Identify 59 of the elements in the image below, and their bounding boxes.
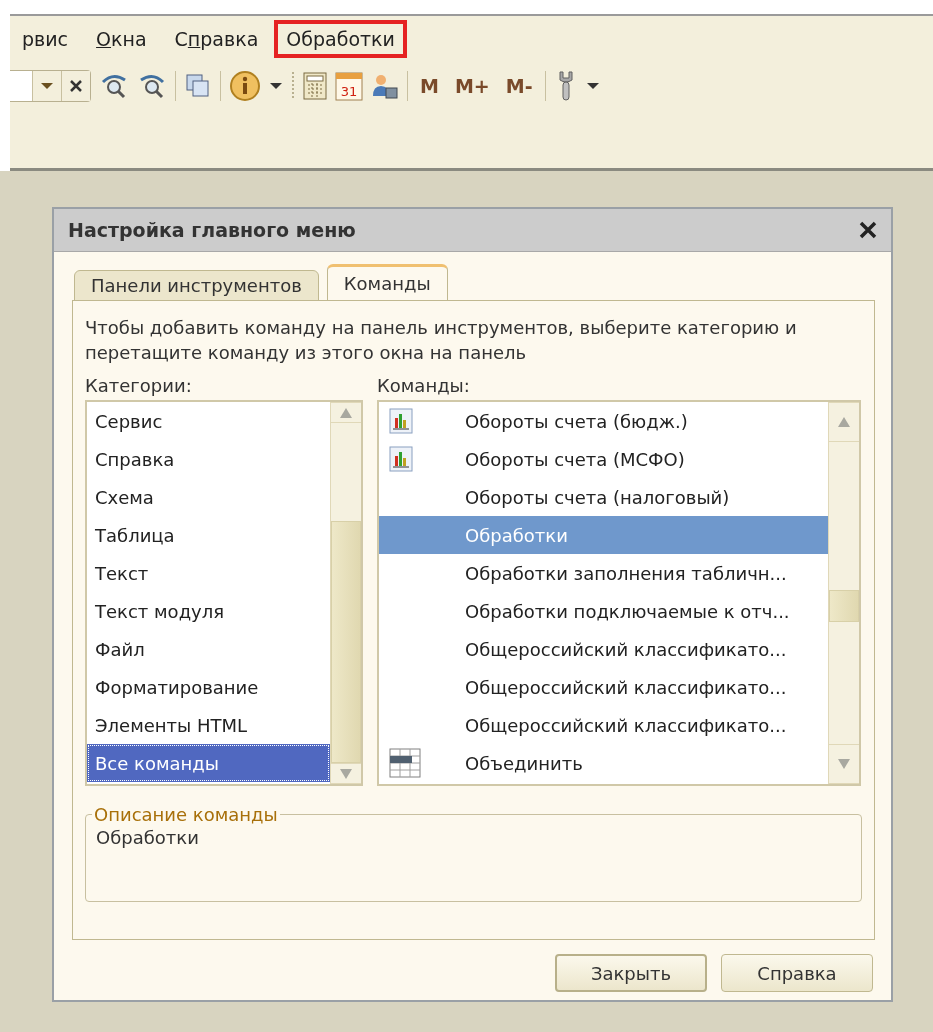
category-item[interactable]: Файл — [87, 630, 330, 668]
scroll-up-icon[interactable] — [339, 406, 353, 419]
dropdown-icon[interactable] — [269, 82, 283, 90]
command-item[interactable]: Обороты счета (бюдж.) — [379, 402, 828, 440]
windows-icon[interactable] — [184, 72, 212, 100]
category-item[interactable]: Текст — [87, 554, 330, 592]
close-icon[interactable] — [859, 221, 877, 239]
dropdown-icon[interactable] — [40, 82, 54, 90]
calendar-icon[interactable]: 31 — [335, 71, 363, 101]
category-item[interactable]: Сервис — [87, 402, 330, 440]
grip-icon — [291, 72, 295, 100]
category-item[interactable]: Схема — [87, 478, 330, 516]
dialog-button[interactable]: Закрыть — [555, 954, 707, 992]
instruction-text: Чтобы добавить команду на панель инструментов, выберите категорию и перетащите команду из этого окна на панель — [85, 316, 798, 365]
user-lock-icon[interactable] — [371, 72, 399, 100]
chart-document-icon — [389, 408, 413, 434]
command-item[interactable]: Объединить — [379, 744, 828, 782]
clear-icon[interactable] — [69, 79, 83, 93]
menu-item[interactable]: Окна — [84, 20, 159, 58]
scroll-up-icon[interactable] — [837, 416, 851, 428]
command-item[interactable]: Общероссийский классификато... — [379, 630, 828, 668]
scrollbar[interactable] — [330, 402, 361, 784]
list-label: Команды: — [377, 375, 471, 396]
combo-field[interactable] — [10, 70, 91, 102]
chart-document-icon — [389, 446, 413, 472]
command-item[interactable]: Обработки подключаемые к отч... — [379, 592, 828, 630]
menu-item[interactable]: Обработки — [274, 20, 407, 58]
scroll-down-icon[interactable] — [837, 758, 851, 770]
category-item[interactable]: Справка — [87, 440, 330, 478]
command-item[interactable]: Обороты счета (МСФО) — [379, 440, 828, 478]
dropdown-icon[interactable] — [585, 82, 600, 90]
category-item[interactable]: Форматирование — [87, 668, 330, 706]
scrollbar[interactable] — [828, 402, 859, 784]
scroll-down-icon[interactable] — [339, 767, 353, 780]
category-item[interactable]: Все команды — [87, 744, 330, 782]
scrollbar-thumb[interactable] — [829, 590, 859, 622]
command-item[interactable]: Обработки заполнения табличн... — [379, 554, 828, 592]
scrollbar-thumb[interactable] — [331, 521, 361, 763]
group-legend: Описание команды — [92, 804, 280, 825]
command-item[interactable]: Общероссийский классификато... — [379, 706, 828, 744]
description-text: Обработки — [96, 827, 199, 848]
menu-item[interactable]: Справка — [162, 20, 271, 58]
menu-item[interactable]: рвис — [10, 20, 81, 58]
memory-button[interactable]: M — [416, 75, 443, 97]
table-icon — [389, 748, 421, 778]
category-item[interactable]: Элементы HTML — [87, 706, 330, 744]
tab[interactable]: Панели инструментов — [74, 270, 319, 301]
category-item[interactable]: Текст модуля — [87, 592, 330, 630]
category-item[interactable]: Таблица — [87, 516, 330, 554]
memory-button[interactable]: M- — [501, 75, 537, 97]
list-label: Категории: — [85, 375, 193, 396]
tab[interactable]: Команды — [326, 264, 448, 301]
command-item[interactable]: Общероссийский классификато... — [379, 668, 828, 706]
dialog-title: Настройка главного меню — [68, 219, 356, 241]
command-item[interactable]: Обороты счета (налоговый) — [379, 478, 828, 516]
info-icon[interactable] — [229, 70, 261, 102]
dialog-button[interactable]: Справка — [721, 954, 873, 992]
memory-button[interactable]: M+ — [450, 75, 494, 97]
calculator-icon[interactable] — [303, 72, 327, 100]
